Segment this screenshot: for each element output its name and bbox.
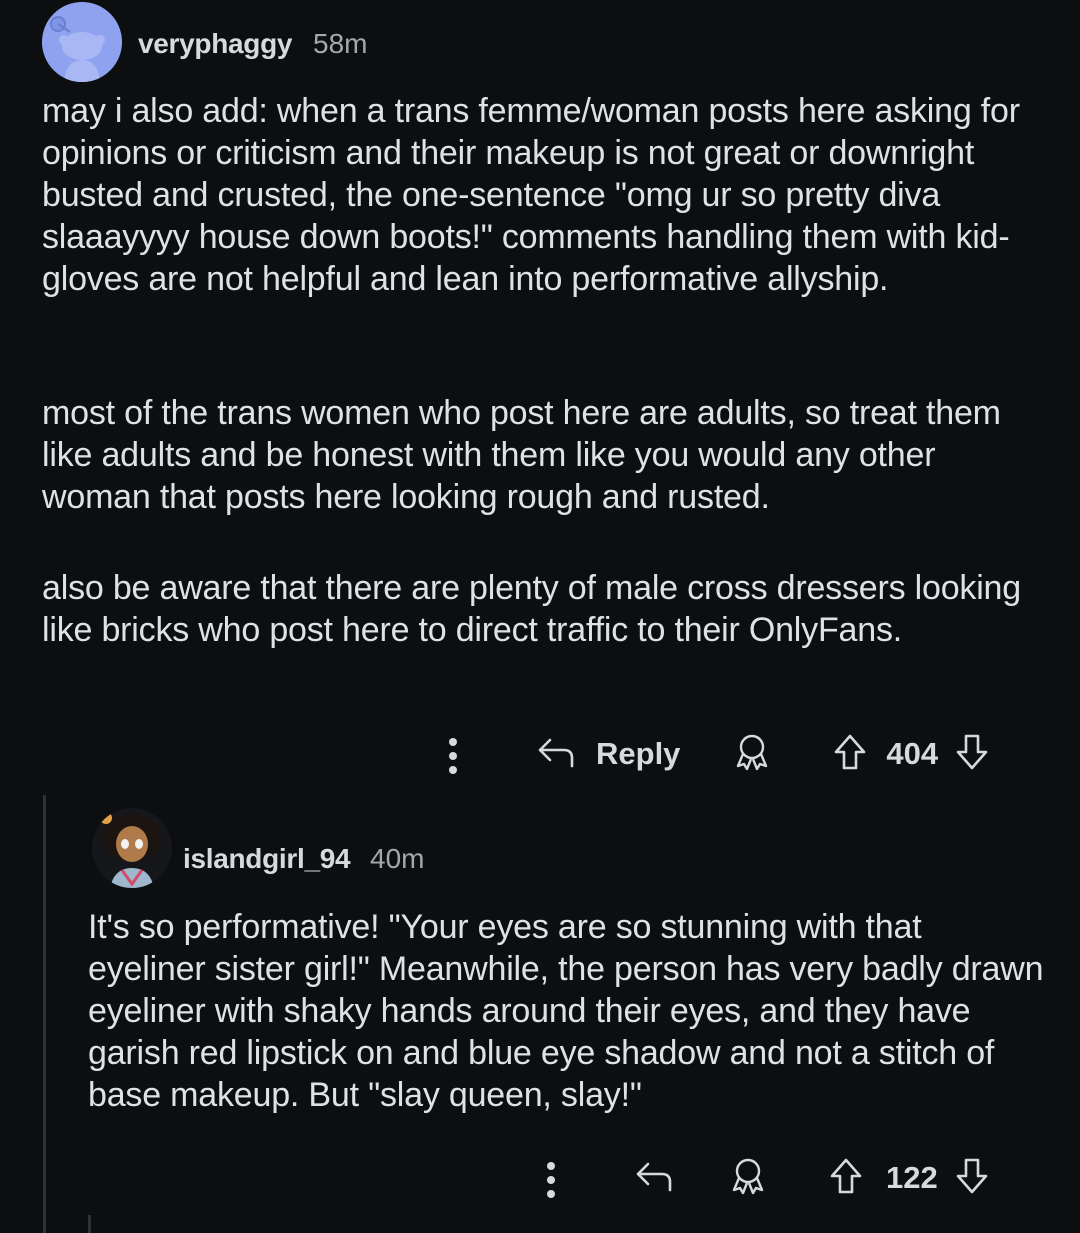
- snoo-avatar-icon: [42, 2, 122, 82]
- reply-arrow-icon: [536, 734, 576, 775]
- user-avatar-icon: [92, 808, 172, 888]
- comment-body-paragraph: It's so performative! "Your eyes are so …: [88, 908, 1044, 1114]
- comment-username[interactable]: islandgirl_94: [183, 843, 351, 875]
- avatar[interactable]: [42, 2, 122, 82]
- comment-body-paragraph: also be aware that there are plenty of m…: [42, 569, 1021, 649]
- award-icon[interactable]: [728, 1156, 768, 1201]
- comment-actions: Reply 404: [440, 728, 990, 780]
- more-icon[interactable]: [440, 732, 466, 776]
- thread-line[interactable]: [88, 1215, 91, 1233]
- vote-score: 122: [886, 1160, 938, 1195]
- upvote-icon[interactable]: [832, 732, 868, 777]
- comment-timestamp: 40m: [370, 843, 425, 874]
- reply-arrow-icon[interactable]: [634, 1158, 674, 1199]
- downvote-icon[interactable]: [954, 732, 990, 777]
- downvote-icon[interactable]: [954, 1156, 990, 1201]
- more-icon[interactable]: [538, 1156, 564, 1200]
- comment-username[interactable]: veryphaggy: [138, 28, 292, 60]
- reply-label: Reply: [596, 736, 681, 771]
- vote-score: 404: [886, 736, 939, 771]
- avatar[interactable]: [92, 808, 172, 888]
- comment-actions: 122: [538, 1152, 990, 1204]
- award-icon[interactable]: [732, 732, 772, 777]
- thread-line[interactable]: [43, 795, 46, 1233]
- upvote-icon[interactable]: [828, 1156, 864, 1201]
- reply-button[interactable]: Reply: [536, 734, 680, 775]
- comment-timestamp: 58m: [313, 28, 368, 59]
- comment-body-paragraph: may i also add: when a trans femme/woman…: [42, 92, 1020, 298]
- comment-body-paragraph: most of the trans women who post here ar…: [42, 394, 1001, 516]
